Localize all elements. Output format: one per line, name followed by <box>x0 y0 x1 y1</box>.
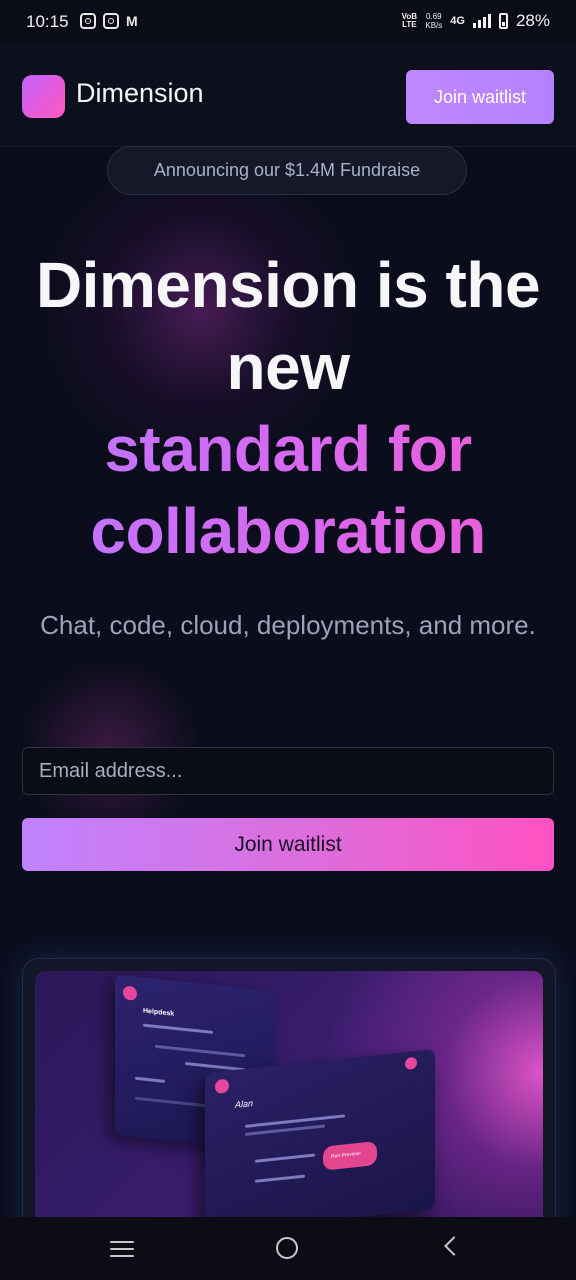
instagram-icon <box>103 13 119 29</box>
chat-user-name: Alan <box>235 1098 254 1110</box>
back-icon[interactable] <box>444 1236 464 1256</box>
join-waitlist-button[interactable]: Join waitlist <box>22 818 554 871</box>
status-time: 10:15 <box>26 12 69 31</box>
product-screenshot: Helpdesk Alan Run Preview! <box>35 971 543 1249</box>
hero-line-4: collaboration <box>0 490 576 572</box>
preview-screen-title: Helpdesk <box>143 1007 175 1018</box>
announcement-pill[interactable]: Announcing our $1.4M Fundraise <box>107 146 467 195</box>
logo-icon[interactable] <box>22 75 65 118</box>
recent-apps-icon[interactable] <box>110 1241 134 1262</box>
network-type: 4G <box>450 15 465 27</box>
product-preview: Helpdesk Alan Run Preview! <box>22 958 556 1250</box>
volte-indicator: VoB LTE <box>401 12 418 29</box>
avatar-icon <box>405 1056 417 1071</box>
signal-icon <box>472 14 491 28</box>
email-input[interactable] <box>22 747 554 795</box>
instagram-icon <box>80 13 96 29</box>
preview-screen-chat: Alan Run Preview! <box>205 1048 435 1234</box>
hero-line-2: new <box>226 331 350 403</box>
hero-line-1: Dimension is the <box>35 249 541 321</box>
battery-percent: 28% <box>515 11 550 30</box>
hero-subtitle: Chat, code, cloud, deployments, and more… <box>40 610 536 640</box>
brand-name[interactable]: Dimension <box>76 78 204 109</box>
gmail-icon: M <box>126 13 138 29</box>
hero-line-3: standard for <box>0 408 576 490</box>
battery-icon <box>498 13 508 29</box>
system-nav-bar <box>0 1217 576 1280</box>
network-speed-unit: KB/s <box>425 21 443 30</box>
notification-icons: M <box>80 13 138 29</box>
network-speed-value: 0.69 <box>426 12 442 21</box>
top-nav: Dimension Join waitlist <box>0 44 576 147</box>
status-indicators: VoB LTE 0.69 KB/s 4G 28% <box>401 11 550 31</box>
join-waitlist-nav-button[interactable]: Join waitlist <box>406 70 554 124</box>
hero-heading: Dimension is the new standard for collab… <box>0 244 576 572</box>
home-icon[interactable] <box>276 1237 298 1259</box>
avatar-icon <box>123 985 137 1001</box>
status-bar: 10:15 M VoB LTE 0.69 KB/s 4G 28% <box>0 0 576 44</box>
network-speed: 0.69 KB/s <box>425 12 442 30</box>
avatar-icon <box>215 1078 229 1095</box>
